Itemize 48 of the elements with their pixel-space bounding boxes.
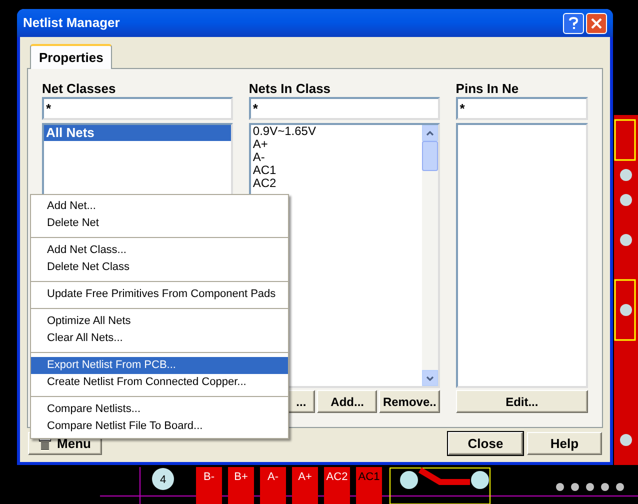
chevron-up-icon <box>426 130 434 136</box>
help-button[interactable] <box>563 12 584 34</box>
panel-button[interactable]: Add... <box>317 390 378 413</box>
close-icon <box>591 18 602 28</box>
menu-item[interactable]: Delete Net Class <box>31 259 288 276</box>
menu-item[interactable]: Add Net Class... <box>31 242 288 259</box>
menu-item[interactable]: Export Netlist From PCB... <box>31 357 288 374</box>
dialog-button[interactable]: Close <box>448 432 523 455</box>
list-item[interactable]: AC1 <box>250 164 422 177</box>
column-heading: Nets In Class <box>248 80 332 97</box>
column-heading: Pins In Ne <box>456 80 520 97</box>
pad-label: AC1 <box>358 471 380 483</box>
column-heading: Net Classes <box>42 80 117 97</box>
menu-item[interactable]: Compare Netlists... <box>31 401 288 418</box>
pad-label: 4 <box>160 474 166 486</box>
pad-label: A+ <box>298 471 312 483</box>
chevron-down-icon <box>426 376 434 380</box>
filter-field[interactable]: * <box>456 97 588 120</box>
menu-item[interactable]: Create Netlist From Connected Copper... <box>31 374 288 391</box>
question-mark-icon <box>569 16 578 30</box>
tab[interactable]: Properties <box>30 44 112 69</box>
window-title: Netlist Manager <box>23 14 121 32</box>
list-item[interactable]: A+ <box>250 138 422 151</box>
pad-label: A- <box>268 471 278 483</box>
close-button[interactable] <box>586 12 607 34</box>
list-item[interactable]: All Nets <box>44 125 231 141</box>
pad-label: AC2 <box>326 471 348 483</box>
menu-item[interactable]: Optimize All Nets <box>31 313 288 330</box>
pad-label: B+ <box>234 471 248 483</box>
menu-item[interactable]: Delete Net <box>31 215 288 232</box>
panel-button[interactable]: Edit... <box>456 390 588 413</box>
pad-label: B- <box>204 471 214 483</box>
scroll-down-button[interactable] <box>422 370 438 386</box>
menu-item[interactable]: Update Free Primitives From Component Pads <box>31 286 288 303</box>
panel-button[interactable]: Remove.. <box>379 390 440 413</box>
via-marker <box>152 468 174 490</box>
menu-item[interactable]: Compare Netlist File To Board... <box>31 418 288 435</box>
list-item[interactable]: A- <box>250 151 422 164</box>
scrollbar[interactable] <box>422 125 438 386</box>
menu-item[interactable]: Add Net... <box>31 198 288 215</box>
list-item[interactable]: 0.9V~1.65V <box>250 125 422 138</box>
list-item[interactable]: AC2 <box>250 177 422 190</box>
filter-field[interactable]: * <box>248 97 440 120</box>
scroll-up-button[interactable] <box>422 125 438 141</box>
scroll-thumb[interactable] <box>422 141 438 171</box>
filter-field[interactable]: * <box>42 97 233 120</box>
menu-item[interactable]: Clear All Nets... <box>31 330 288 347</box>
dialog-button[interactable]: Help <box>527 432 602 455</box>
